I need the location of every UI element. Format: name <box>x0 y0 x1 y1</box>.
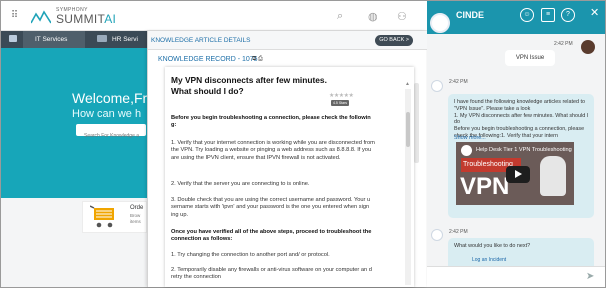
bot-message: I have found the following knowledge art… <box>448 94 594 218</box>
tab-hr-services[interactable]: HR Servi <box>93 31 149 48</box>
help-subheading: How can we h <box>72 108 142 120</box>
welcome-heading: Welcome,Fr <box>72 90 148 106</box>
order-card-line: items <box>130 219 141 224</box>
brand-main: SUMMIT <box>56 12 105 26</box>
print-icon[interactable]: ⎙ <box>258 56 263 62</box>
computer-icon[interactable] <box>9 31 17 48</box>
user-avatar <box>581 40 595 54</box>
knowledge-search-box[interactable] <box>76 124 146 142</box>
portal-header: ⠿ SYMPHONY SUMMITAI ⌕ ◍ ⚇ <box>1 1 427 31</box>
knowledge-record-id: KNOWLEDGE RECORD - 1075 <box>158 56 258 63</box>
help-icon[interactable]: ? <box>561 8 575 22</box>
kb-panel-header: KNOWLEDGE ARTICLE DETAILS GO BACK > <box>148 31 427 50</box>
bot-message: What would you like to do next? Log an I… <box>448 238 594 266</box>
bot-message-time: 2:42 PM <box>449 229 468 235</box>
article-step: 1. Try changing the connection to anothe… <box>171 252 330 258</box>
bot-avatar <box>430 13 450 33</box>
bot-avatar-small <box>431 80 443 92</box>
article-scroll-thumb[interactable] <box>406 112 410 147</box>
search-icon[interactable]: ⌕ <box>337 10 343 23</box>
article-intro: Before you begin troubleshooting a conne… <box>171 115 371 129</box>
article-step: 2. Temporarily disable any firewalls or … <box>171 267 372 281</box>
menu-grid-icon[interactable]: ⠿ <box>9 11 20 21</box>
chat-input-bar[interactable] <box>427 266 605 287</box>
user-message: VPN Issue <box>505 50 555 66</box>
video-thumbnail[interactable]: Help Desk Tier 1 VPN Troubleshooting Tro… <box>456 142 574 205</box>
knowledge-article-panel: KNOWLEDGE ARTICLE DETAILS GO BACK > KNOW… <box>147 31 427 287</box>
hr-icon <box>97 35 107 42</box>
channel-avatar <box>461 145 472 156</box>
tab-label: HR Servi <box>112 36 139 43</box>
article-section-heading: Once you have verified all of the above … <box>171 229 372 243</box>
video-big-text: VPN <box>460 173 510 200</box>
record-actions: ⧉ ⎙ <box>252 56 263 63</box>
user-message-time: 2:42 PM <box>554 41 573 47</box>
send-icon[interactable]: ➤ <box>586 271 594 282</box>
copy-icon[interactable]: ⧉ <box>252 56 256 62</box>
tab-it-services[interactable]: IT Services <box>23 31 85 48</box>
chat-transcript-icon[interactable]: ≡ <box>541 8 555 22</box>
close-icon[interactable]: ✕ <box>590 6 599 19</box>
video-figure <box>540 156 566 196</box>
article-step: 3. Double check that you are using the c… <box>171 197 371 218</box>
scroll-up-icon[interactable]: ▲ <box>405 81 410 87</box>
bot-message-text: What would you like to do next? <box>454 243 531 249</box>
it-services-icon <box>25 35 31 42</box>
brand-ai: AI <box>104 12 117 26</box>
tab-label: IT Services <box>35 36 68 43</box>
rating-badge: 4.5 Stars <box>331 100 350 106</box>
article-card: My VPN disconnects after few minutes. Wh… <box>165 67 414 287</box>
panel-scrollbar[interactable] <box>414 83 419 163</box>
welcome-hero <box>1 48 147 198</box>
video-title: Help Desk Tier 1 VPN Troubleshooting <box>476 147 572 153</box>
order-card-line: Brow <box>130 213 141 218</box>
bot-name: CINDE <box>456 10 485 20</box>
log-incident-option[interactable]: Log an Incident <box>472 257 506 263</box>
play-icon[interactable] <box>506 166 530 183</box>
users-icon[interactable]: ⚇ <box>397 10 407 23</box>
article-step: 2. Verify that the server you are connec… <box>171 181 310 187</box>
agent-icon[interactable]: ☺ <box>520 8 534 22</box>
order-card-title: Orde <box>130 205 144 211</box>
bot-avatar-small <box>431 229 443 241</box>
kb-panel-title: KNOWLEDGE ARTICLE DETAILS <box>151 37 251 44</box>
article-step: 1. Verify that your internet connection … <box>171 140 375 161</box>
globe-icon[interactable]: ◍ <box>368 10 378 23</box>
bot-message-time: 2:42 PM <box>449 79 468 85</box>
chat-header <box>427 1 605 34</box>
summit-logo-icon <box>31 10 51 24</box>
star-rating-icon[interactable]: ★★★★★ <box>329 92 354 99</box>
article-title: My VPN disconnects after few minutes. Wh… <box>171 75 327 96</box>
show-more-link[interactable]: Show more... <box>454 135 486 141</box>
brand-name: SUMMITAI <box>56 12 116 26</box>
shopping-cart-icon <box>90 205 114 228</box>
go-back-button[interactable]: GO BACK > <box>375 35 413 46</box>
knowledge-search-input[interactable] <box>76 130 146 142</box>
bot-message-text: I have found the following knowledge art… <box>454 99 589 139</box>
